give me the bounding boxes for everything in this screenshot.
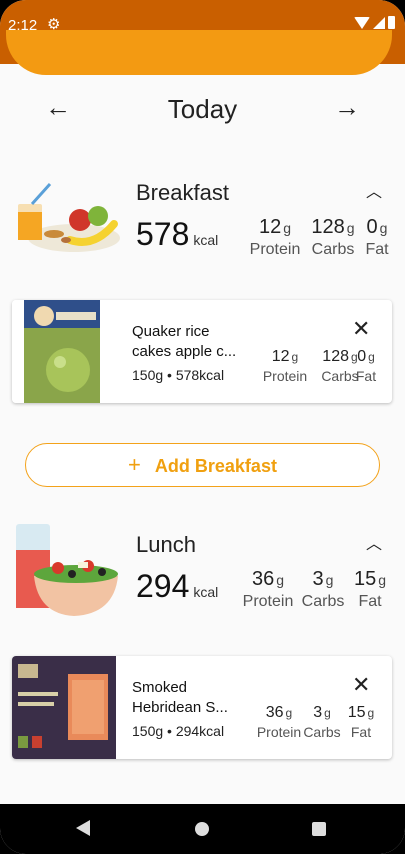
macro-value: 128 [322,348,349,365]
lunch-kcal-value: 294 [136,568,190,604]
lunch-carbs: 3g Carbs [300,568,346,611]
macro-label: Fat [355,368,377,384]
back-icon[interactable] [76,820,90,836]
macro-unit: g [291,350,299,364]
lunch-header: Lunch ︿ 294 kcal 36 g Protein 3g Carbs 15 g… [0,522,405,622]
macro-label: Protein [256,724,302,740]
macro-value: 15 [347,704,366,721]
date-navigation: ← Today → [0,88,405,132]
macro-value: 15 [353,568,377,590]
macro-unit: g [285,706,293,720]
breakfast-illustration [18,182,120,252]
macro-value: 12 [271,348,290,365]
lunch-illustration [16,524,118,616]
macro-unit: g [368,350,375,364]
food-item-card[interactable]: Smoked Hebridean S... 150g • 294kcal ✕ 3… [12,656,392,759]
macro-unit: g [346,220,355,236]
breakfast-kcal-value: 578 [136,216,190,252]
close-icon[interactable]: ✕ [352,316,370,342]
food-details: 150g • 578kcal [132,367,225,383]
food-details: 150g • 294kcal [132,723,225,739]
recent-apps-icon[interactable] [312,822,326,836]
breakfast-carbs: 128 g Carbs [308,216,358,259]
chevron-up-icon[interactable]: ︿ [366,530,382,554]
macro-label: Carbs [303,724,341,740]
macro-unit: g [276,572,285,588]
breakfast-protein: 12 g Protein [248,216,302,259]
breakfast-kcal: 578 kcal [136,216,218,253]
battery-icon [388,16,395,29]
chevron-up-icon[interactable]: ︿ [366,178,382,202]
macro-value: 0 [366,216,378,238]
breakfast-title: Breakfast [136,180,229,205]
macro-label: Fat [365,241,389,258]
macro-unit: g [325,572,334,588]
lunch-title: Lunch [136,532,196,557]
breakfast-kcal-unit: kcal [193,232,219,248]
lunch-kcal: 294 kcal [136,568,218,605]
macro-value: 3 [313,704,323,721]
breakfast-header: Breakfast ︿ 578 kcal 12 g Protein 128 g Car… [0,176,405,276]
lunch-fat: 15 g Fat [352,568,388,611]
system-navigation-bar [0,804,405,854]
macro-label: Protein [262,368,308,384]
food-carbs: 3g Carbs [302,704,342,740]
lunch-protein: 36 g Protein [241,568,295,611]
macro-unit: g [379,220,388,236]
macro-label: Fat [350,724,372,740]
macro-unit: g [324,706,331,720]
food-thumbnail [12,656,116,759]
food-name: Quaker rice cakes apple c... [132,323,237,360]
add-breakfast-button[interactable]: + Add Breakfast [25,443,380,487]
food-protein: 36 g Protein [252,704,306,740]
add-breakfast-label: Add Breakfast [154,456,277,476]
macro-value: 36 [265,704,284,721]
macro-label: Protein [242,593,294,610]
macro-value: 0 [357,348,367,365]
status-icons [354,16,395,29]
macro-unit: g [378,572,387,588]
food-item-card[interactable]: Quaker rice cakes apple c... 150g • 578k… [12,300,392,403]
breakfast-fat: 0g Fat [362,216,392,259]
lunch-kcal-unit: kcal [193,584,219,600]
home-icon[interactable] [195,822,209,836]
macro-value: 36 [251,568,275,590]
close-icon[interactable]: ✕ [352,672,370,698]
food-protein: 12 g Protein [260,348,310,384]
food-fat: 15 g Fat [344,704,378,740]
arrow-right-icon[interactable]: → [332,92,362,123]
macro-unit: g [367,706,375,720]
macro-value: 12 [258,216,282,238]
wifi-icon [354,16,370,29]
macro-label: Carbs [311,241,355,258]
food-thumbnail [12,300,116,403]
macro-unit: g [283,220,292,236]
plus-icon: + [128,452,141,477]
macro-value: 128 [311,216,345,238]
macro-value: 3 [312,568,324,590]
header-tab [6,30,392,75]
food-fat: 0g Fat [352,348,380,384]
macro-label: Fat [358,593,382,610]
macro-label: Carbs [301,593,345,610]
signal-icon [373,16,385,29]
macro-label: Protein [249,241,301,258]
app-screen: 2:12 ⚙ ← Today → Breakfast ︿ 578 kcal 12… [0,0,405,854]
food-name: Smoked Hebridean S... [132,679,228,716]
